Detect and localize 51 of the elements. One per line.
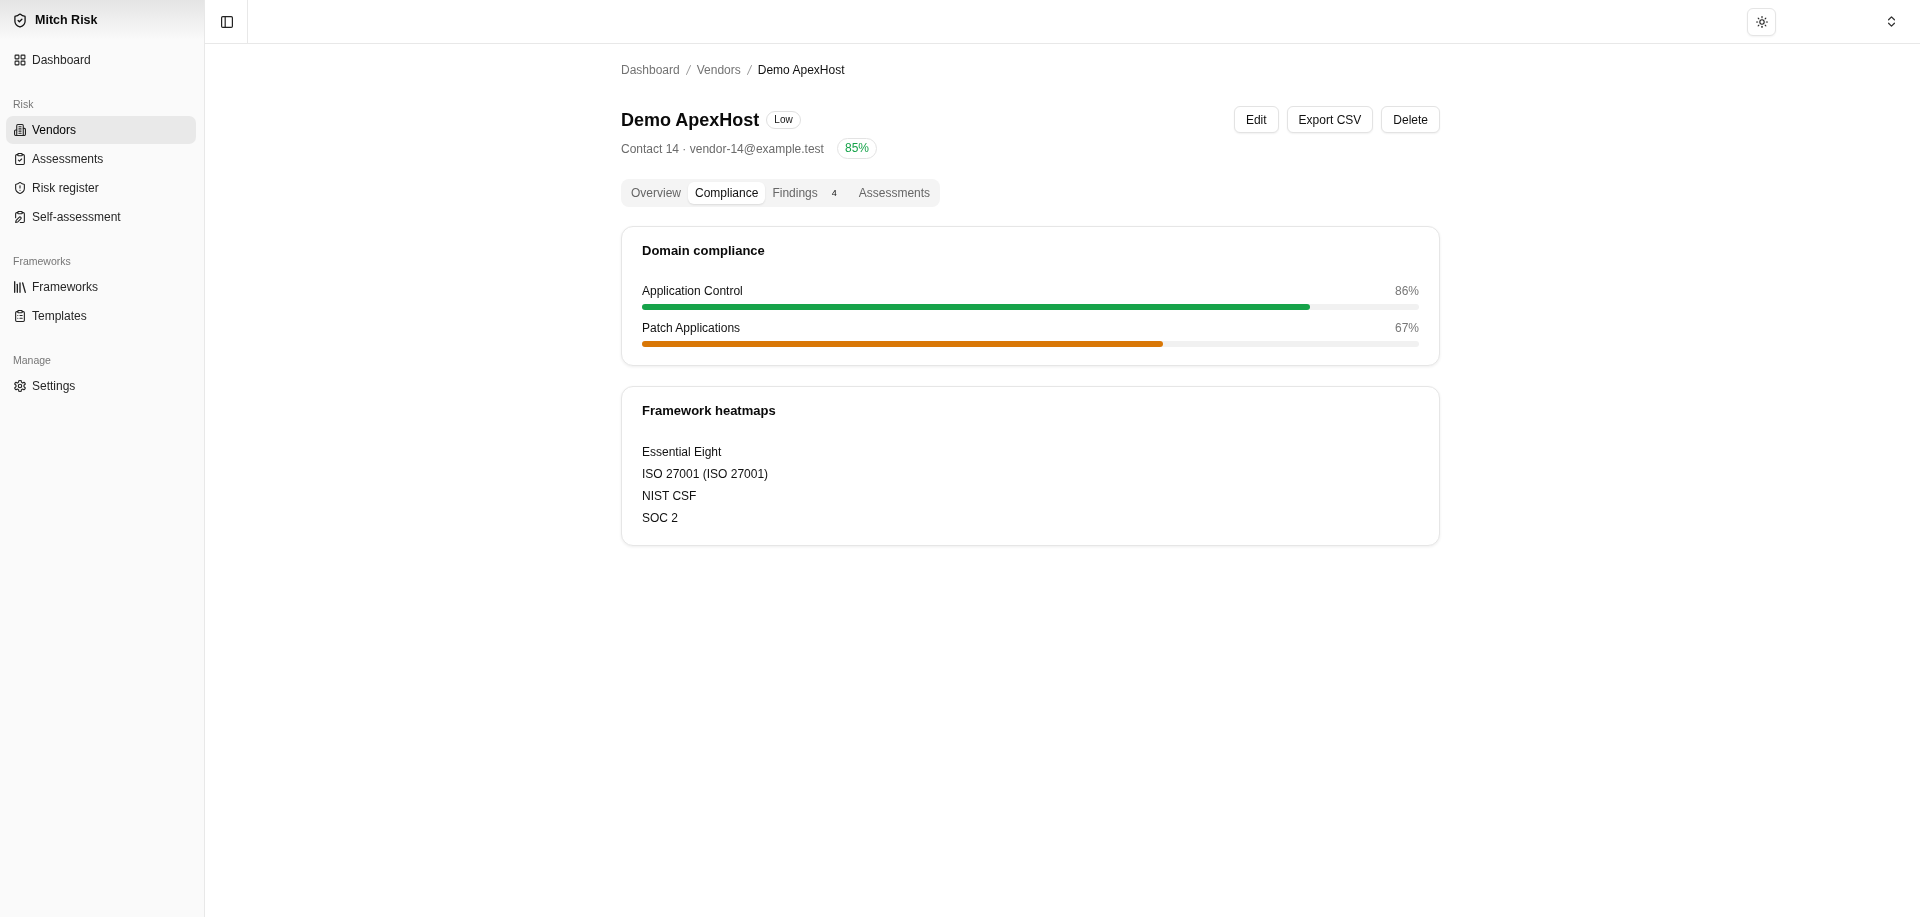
- domain-percentage: 86%: [1394, 283, 1419, 299]
- books-icon: [14, 281, 26, 293]
- nav-item[interactable]: Templates: [6, 302, 196, 330]
- section-heading: Frameworks: [12, 254, 72, 269]
- framework-name: NIST CSF: [642, 488, 698, 505]
- settings-icon: [14, 380, 26, 392]
- sun-icon: [1755, 15, 1768, 28]
- clipboard-list-icon: [14, 310, 26, 322]
- shield-check-icon: [13, 12, 27, 28]
- brand-name: Mitch Risk: [35, 13, 98, 27]
- slash-separator-icon: [685, 65, 691, 75]
- building-icon: [14, 124, 26, 136]
- section-heading: Risk: [12, 97, 35, 112]
- vendor-name: Demo ApexHost: [621, 108, 760, 132]
- domain-percentage: 67%: [1394, 320, 1419, 336]
- card-title: Domain compliance: [642, 243, 766, 259]
- clipboard-check-icon: [14, 153, 26, 165]
- clipboard-pen-icon: [14, 211, 26, 223]
- tab[interactable]: Compliance: [688, 182, 766, 204]
- theme-toggle-button[interactable]: [1747, 7, 1776, 36]
- tab[interactable]: Assessments: [851, 182, 938, 204]
- shield-alert-icon: [14, 182, 26, 194]
- breadcrumb-link[interactable]: Vendors: [696, 62, 741, 78]
- nav-item[interactable]: Dashboard: [6, 46, 196, 74]
- nav-item[interactable]: Self-assessment: [6, 203, 196, 231]
- sidebar-panel-icon: [221, 15, 233, 28]
- action-button[interactable]: Edit: [1233, 106, 1279, 133]
- tab-count: 4: [831, 188, 837, 198]
- breadcrumb-link[interactable]: Dashboard: [621, 62, 680, 78]
- framework-name: Essential Eight: [642, 444, 723, 461]
- action-button[interactable]: Export CSV: [1286, 106, 1374, 133]
- framework-name: ISO 27001 (ISO 27001): [642, 466, 770, 483]
- vendor-contact: Contact 14 · vendor-14@example.test: [621, 141, 824, 156]
- nav-item[interactable]: Assessments: [6, 145, 196, 173]
- breadcrumb-current: Demo ApexHost: [757, 62, 845, 78]
- grid-icon: [14, 54, 26, 66]
- tab[interactable]: Overview: [624, 182, 688, 204]
- chevron-up-down-icon[interactable]: [1888, 16, 1895, 27]
- slash-separator-icon: [746, 65, 752, 75]
- card-title: Framework heatmaps: [642, 403, 777, 419]
- nav-item[interactable]: Risk register: [6, 174, 196, 202]
- nav-item[interactable]: Vendors: [6, 116, 196, 144]
- section-heading: Manage: [12, 353, 52, 368]
- tab[interactable]: Findings 4: [765, 182, 852, 204]
- framework-name: SOC 2: [642, 510, 679, 527]
- nav-item[interactable]: Frameworks: [6, 273, 196, 301]
- domain-name: Application Control: [642, 283, 743, 299]
- sidebar-toggle-button[interactable]: [220, 14, 234, 29]
- action-button[interactable]: Delete: [1381, 106, 1440, 133]
- domain-name: Patch Applications: [642, 320, 741, 336]
- nav-item[interactable]: Settings: [6, 372, 196, 400]
